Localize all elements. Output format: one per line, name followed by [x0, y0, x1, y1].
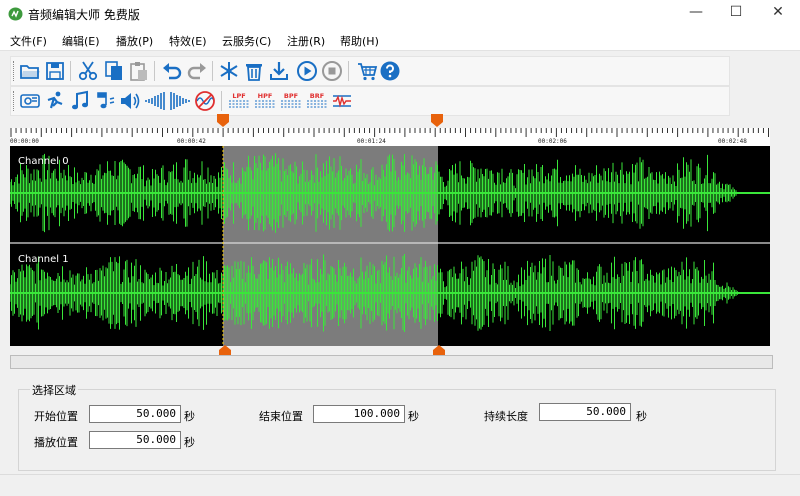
start-position-unit: 秒 — [184, 410, 195, 423]
snowflake-icon[interactable] — [218, 60, 240, 82]
main-toolbar — [10, 56, 730, 86]
redo-icon[interactable] — [186, 60, 208, 82]
cart-icon[interactable] — [356, 60, 378, 82]
ruler-label-3: 00:02:06 — [538, 138, 567, 145]
bpf-label: BPF — [284, 92, 298, 100]
hpf-label: HPF — [258, 92, 273, 100]
status-bar — [0, 474, 800, 496]
toolbar-separator — [154, 61, 155, 81]
toolbar-grip[interactable] — [13, 61, 16, 81]
open-icon[interactable] — [19, 60, 41, 82]
mute-icon[interactable] — [194, 90, 216, 112]
menu-help[interactable]: 帮助(H) — [340, 33, 379, 49]
selection-end-marker-top[interactable] — [430, 114, 444, 128]
trash-icon[interactable] — [243, 60, 265, 82]
toolbar-separator — [348, 61, 349, 81]
music-note-icon[interactable] — [69, 90, 91, 112]
brf-icon[interactable]: BRF — [305, 90, 329, 112]
duration-unit: 秒 — [636, 410, 647, 423]
horizontal-scrollbar[interactable] — [10, 355, 773, 369]
paste-icon[interactable] — [128, 60, 150, 82]
play-position-label: 播放位置 — [34, 436, 78, 449]
menu-register[interactable]: 注册(R) — [287, 33, 325, 49]
start-position-field[interactable]: 50.000 — [89, 405, 181, 423]
run-icon[interactable] — [44, 90, 66, 112]
start-position-label: 开始位置 — [34, 410, 78, 423]
fade-out-icon[interactable] — [169, 90, 191, 112]
end-position-label: 结束位置 — [259, 410, 303, 423]
ruler-label-2: 00:01:24 — [357, 138, 386, 145]
lpf-label: LPF — [232, 92, 245, 100]
duration-field[interactable]: 50.000 — [539, 403, 631, 421]
fade-in-icon[interactable] — [144, 90, 166, 112]
channel-0-label: Channel 0 — [18, 156, 69, 167]
toolbar-separator — [212, 61, 213, 81]
menu-effects[interactable]: 特效(E) — [169, 33, 207, 49]
toolbar-separator — [221, 91, 222, 111]
toolbar-grip[interactable] — [13, 91, 16, 111]
lpf-icon[interactable]: LPF — [227, 90, 251, 112]
waveform-view[interactable]: Channel 0 Channel 1 — [10, 146, 770, 346]
menu-edit[interactable]: 编辑(E) — [62, 33, 100, 49]
bpf-icon[interactable]: BPF — [279, 90, 303, 112]
effects-toolbar: LPF HPF BPF BRF — [10, 86, 730, 116]
maximize-button[interactable]: ☐ — [716, 0, 756, 26]
brf-label: BRF — [310, 92, 324, 100]
app-logo-icon — [8, 7, 23, 21]
selection-group — [18, 389, 776, 471]
menu-cloud[interactable]: 云服务(C) — [222, 33, 271, 49]
download-icon[interactable] — [268, 60, 290, 82]
time-ruler[interactable]: 00:00:00 00:00:42 00:01:24 00:02:06 00:0… — [10, 128, 770, 147]
ruler-label-4: 00:02:48 — [718, 138, 747, 145]
channel-0-waveform — [10, 153, 770, 233]
waveform-canvas — [10, 146, 770, 346]
title-bar: 音频编辑大师 免费版 — ☐ ✕ — [0, 0, 800, 28]
ruler-label-1: 00:00:42 — [177, 138, 206, 145]
music-notes-icon[interactable] — [94, 90, 116, 112]
ruler-ticks — [10, 128, 769, 137]
toolbar-separator — [70, 61, 71, 81]
end-position-unit: 秒 — [408, 410, 419, 423]
help-icon[interactable] — [379, 60, 401, 82]
play-position-unit: 秒 — [184, 436, 195, 449]
window-title: 音频编辑大师 免费版 — [28, 8, 140, 22]
copy-icon[interactable] — [103, 60, 125, 82]
play-position-field[interactable]: 50.000 — [89, 431, 181, 449]
close-button[interactable]: ✕ — [758, 0, 798, 26]
selection-group-title: 选择区域 — [30, 382, 78, 398]
minimize-button[interactable]: — — [676, 0, 716, 26]
menu-file[interactable]: 文件(F) — [10, 33, 47, 49]
equalizer-icon[interactable] — [331, 90, 353, 112]
selection-start-marker-top[interactable] — [216, 114, 230, 128]
play-icon[interactable] — [296, 60, 318, 82]
menu-play[interactable]: 播放(P) — [116, 33, 153, 49]
volume-icon[interactable] — [119, 90, 141, 112]
save-icon[interactable] — [44, 60, 66, 82]
menu-bar: 文件(F) 编辑(E) 播放(P) 特效(E) 云服务(C) 注册(R) 帮助(… — [0, 28, 800, 51]
undo-icon[interactable] — [161, 60, 183, 82]
cut-icon[interactable] — [77, 60, 99, 82]
cd-icon[interactable] — [19, 90, 41, 112]
stop-icon[interactable] — [321, 60, 343, 82]
channel-1-waveform — [10, 254, 770, 332]
ruler-label-0: 00:00:00 — [10, 138, 39, 145]
channel-1-label: Channel 1 — [18, 254, 69, 265]
hpf-icon[interactable]: HPF — [253, 90, 277, 112]
end-position-field[interactable]: 100.000 — [313, 405, 405, 423]
duration-label: 持续长度 — [484, 410, 528, 423]
